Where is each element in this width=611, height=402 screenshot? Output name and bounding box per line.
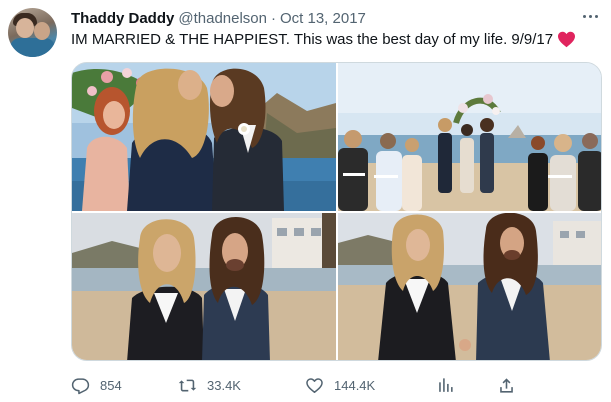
reply-count: 854 [100,377,122,393]
share-icon [500,377,513,393]
author-name[interactable]: Thaddy Daddy [71,10,174,27]
views-icon [439,377,453,392]
tweet-date[interactable]: Oct 13, 2017 [280,10,366,27]
photo-couple-walking[interactable] [338,213,601,360]
heart-icon [558,31,576,48]
retweet-count: 33.4K [207,377,241,393]
author-handle[interactable]: @thadnelson [178,10,267,27]
avatar[interactable] [8,8,57,57]
photo-kiss[interactable] [72,63,336,211]
separator-dot: · [270,9,276,27]
like-button[interactable]: 144.4K [305,372,375,398]
reply-icon [71,377,90,394]
reply-button[interactable]: 854 [71,372,122,398]
retweet-icon [178,379,197,391]
photo-ceremony[interactable] [338,63,601,211]
tweet-body: IM MARRIED & THE HAPPIEST. This was the … [71,31,554,48]
action-bar: 854 33.4K 144.4K [71,372,531,398]
media-grid [71,62,602,361]
tweet-text: IM MARRIED & THE HAPPIEST. This was the … [71,31,576,48]
views-button[interactable] [436,372,455,398]
tweet-header: Thaddy Daddy @thadnelson · Oct 13, 2017 [71,8,366,28]
like-icon [306,377,323,393]
like-count: 144.4K [334,377,376,393]
photo-couple-portrait[interactable] [72,213,336,360]
share-button[interactable] [497,372,516,398]
more-dots-icon[interactable] [579,7,601,25]
retweet-button[interactable]: 33.4K [178,372,241,398]
tweet[interactable]: Thaddy Daddy @thadnelson · Oct 13, 2017 … [0,0,611,402]
